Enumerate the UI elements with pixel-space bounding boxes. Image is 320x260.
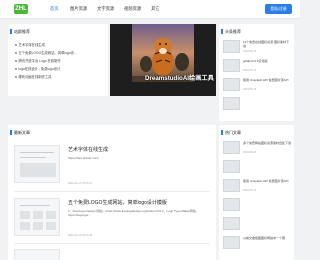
article-title: 五个免费LOGO生成网站，简单logo设计模版 [68, 200, 167, 206]
article-title: 艺术字体在线生成 [68, 147, 109, 153]
article-title: 使用 Unsplash API 免费图片源API [243, 179, 289, 183]
side-article-item[interactable]: 使用 Unsplash API 免费图片源API 2022-06-16 [223, 179, 293, 197]
article-date: 2022-06-16 23:00:33 [68, 234, 93, 237]
article-excerpt: https://font.chinaz.com/ [68, 156, 99, 160]
nav-text-resources[interactable]: 文字资源 [97, 6, 114, 12]
article-thumbnail [223, 217, 240, 230]
latest-title: 最新文章 [10, 130, 30, 135]
side-article-item[interactable]: 以前文章截图图标网站中一个哪 [223, 236, 293, 254]
article-title: 11个免费在线图标资源 图标素材下载 [243, 40, 289, 48]
article-thumbnail [223, 160, 240, 173]
article-title: gitlab13.2.0汉化版 [243, 59, 268, 63]
site-logo[interactable]: ZHL [14, 4, 28, 14]
recommend-item[interactable]: 艺术字体在线生成 [15, 42, 45, 47]
bullet-icon [15, 44, 17, 46]
article-excerpt: 1、FreeLogo Design 网站：https://www.freelog… [68, 209, 199, 217]
article-date: 2022-06-17 15:05:01 [68, 182, 93, 185]
divider [14, 191, 210, 192]
bullet-icon [15, 52, 17, 54]
bullet-icon [15, 68, 17, 70]
nav-image-resources[interactable]: 图片资源 [70, 6, 87, 12]
nav-video-resources[interactable]: 视频资源 [124, 6, 141, 12]
tiger-banner-image [110, 24, 216, 96]
side-article-item[interactable]: 多个免费网站图标资源素材合集下载 2022-06-16 [223, 141, 293, 159]
recommend-item[interactable]: 腾讯开放平台 Logo 在线制作 [15, 58, 61, 63]
top-recommend-title: 头条推荐 [221, 29, 241, 34]
article-thumbnail [223, 40, 240, 53]
article-date: 2022-06-16 [243, 151, 257, 154]
latest-articles-card: 最新文章 艺术字体在线生成 https://font.chinaz.com/ 2… [8, 125, 216, 260]
article-thumbnail [223, 198, 240, 211]
article-date: 2022-06-16 [243, 50, 257, 53]
article-thumbnail [223, 236, 240, 249]
article-thumbnail [223, 78, 240, 91]
article-thumbnail [223, 141, 240, 154]
recommend-item[interactable]: logo在线设计 - 免费logo设计 [15, 66, 60, 71]
article-title: 以前文章截图图标网站中一个哪 [243, 236, 286, 240]
side-article-item[interactable]: gitlab13.2.0汉化版 2022-06-16 [223, 59, 293, 77]
article-date: 2022-06-16 [243, 69, 257, 72]
bullet-icon [15, 60, 17, 62]
side-article-item[interactable] [223, 97, 293, 115]
recommend-item[interactable]: 哪吒动画在线制作工具 [15, 74, 51, 79]
recommend-title: 站群推荐 [10, 29, 30, 34]
nav-home[interactable]: 首页 [50, 6, 59, 12]
banner-caption: DreamstudioAI绘画工具 [145, 75, 214, 82]
article-thumbnail [14, 249, 60, 260]
side-article-item[interactable]: 使用 Unsplash API 免费图片源API 2022-06-16 [223, 78, 293, 96]
featured-banner[interactable]: DreamstudioAI绘画工具 [110, 24, 216, 96]
recommend-item[interactable]: 五个免费LOGO生成网站，简单logo设... [15, 50, 77, 55]
side-article-item[interactable]: 11个免费在线图标资源 图标素材下载 2022-06-16 [223, 40, 293, 58]
top-recommend-card: 头条推荐 11个免费在线图标资源 图标素材下载 2022-06-16 gitla… [219, 24, 294, 121]
login-register-button[interactable]: 登陆/注册 [265, 4, 292, 14]
article-title: 多个免费网站图标资源素材合集下载 [243, 141, 292, 145]
article-date: 2022-06-16 [243, 189, 257, 192]
article-date: 2022-06-16 [243, 88, 257, 91]
side-article-item[interactable] [223, 160, 293, 178]
hot-title: 热门文章 [221, 130, 241, 135]
article-thumbnail [223, 59, 240, 72]
article-thumbnail [223, 179, 240, 192]
top-bar: ZHL 首页 图片资源 文字资源 视频资源 其它 登陆/注册 [0, 0, 300, 19]
bullet-icon [15, 76, 17, 78]
article-thumbnail [223, 97, 240, 110]
article-thumbnail [14, 198, 60, 236]
recommend-card: 站群推荐 艺术字体在线生成 五个免费LOGO生成网站，简单logo设... 腾讯… [8, 24, 108, 96]
side-article-item[interactable] [223, 217, 293, 235]
side-article-item[interactable] [223, 198, 293, 216]
article-thumbnail [14, 145, 60, 183]
nav-other[interactable]: 其它 [151, 6, 160, 12]
article-title: 使用 Unsplash API 免费图片源API [243, 78, 289, 82]
hot-articles-card: 热门文章 多个免费网站图标资源素材合集下载 2022-06-16 使用 Unsp… [219, 125, 294, 260]
divider [14, 243, 210, 244]
